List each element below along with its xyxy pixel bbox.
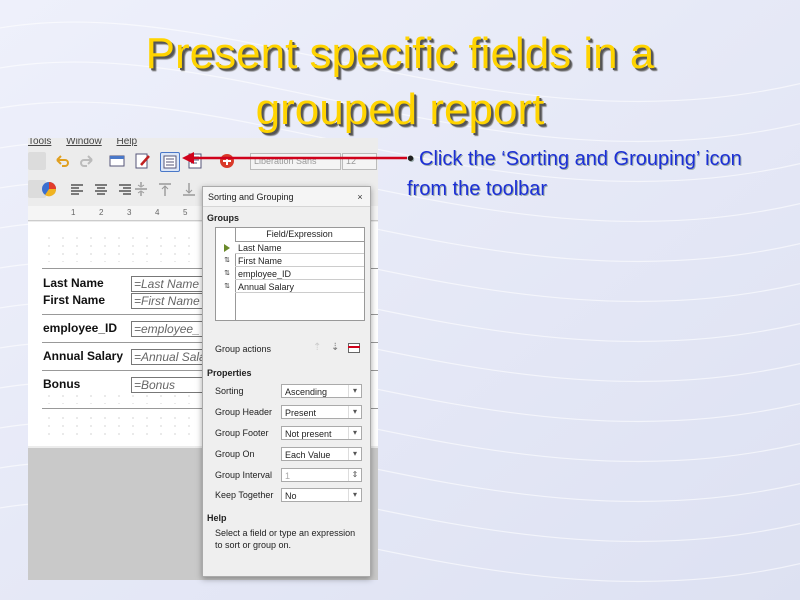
properties-heading: Properties — [207, 368, 252, 378]
group-actions-label: Group actions — [215, 344, 272, 354]
field-value-employee-id[interactable]: =employee_ — [131, 321, 205, 337]
dialog-titlebar: Sorting and Grouping — [203, 187, 370, 207]
ruler-tick: 2 — [99, 208, 104, 217]
group-row[interactable]: ⇅ employee_ID — [216, 268, 364, 280]
field-label-annual-salary[interactable]: Annual Salary — [43, 349, 123, 363]
group-on-label: Group On — [215, 449, 255, 459]
sorting-select[interactable]: Ascending ▾ — [281, 384, 362, 398]
field-label-last-name[interactable]: Last Name — [43, 276, 104, 290]
paste-icon[interactable] — [28, 152, 46, 170]
group-footer-value: Not present — [285, 429, 332, 439]
chevron-down-icon: ▾ — [348, 448, 361, 460]
slide-title: Present specific fields in a grouped rep… — [0, 26, 800, 138]
group-header-value: Present — [285, 408, 317, 418]
sorting-value: Ascending — [285, 387, 328, 397]
keep-together-select[interactable]: No ▾ — [281, 488, 362, 502]
row-divider — [235, 253, 364, 254]
report-navigator-icon[interactable] — [108, 152, 126, 170]
field-label-employee-id[interactable]: employee_ID — [43, 321, 117, 335]
group-on-select[interactable]: Each Value ▾ — [281, 447, 362, 461]
delete-group-icon[interactable] — [348, 343, 360, 356]
chevron-down-icon: ▾ — [348, 427, 361, 439]
keep-together-label: Keep Together — [215, 490, 274, 500]
chevron-down-icon: ▾ — [348, 406, 361, 418]
group-interval-spinner[interactable]: 1 ⇕ — [281, 468, 362, 482]
ruler-tick: 5 — [183, 208, 188, 217]
group-interval-value: 1 — [285, 471, 291, 481]
chevron-down-icon: ▾ — [348, 385, 361, 397]
groups-heading: Groups — [207, 213, 240, 223]
field-value-first-name[interactable]: =First Name — [131, 293, 205, 309]
align-top-icon[interactable] — [156, 180, 174, 198]
callout-arrow-icon — [182, 152, 407, 164]
align-bottom-icon[interactable] — [180, 180, 198, 198]
row-divider — [235, 266, 364, 267]
groups-grid: Field/Expression Last Name ⇅ First Name … — [215, 227, 365, 321]
slide-bullet: • Click the ‘Sorting and Grouping’ icon f… — [407, 144, 787, 204]
field-expression-header: Field/Expression — [235, 228, 364, 242]
group-footer-select[interactable]: Not present ▾ — [281, 426, 362, 440]
ruler-tick: 4 — [155, 208, 160, 217]
dialog-title: Sorting and Grouping — [208, 192, 294, 202]
field-label-first-name[interactable]: First Name — [43, 293, 105, 307]
field-label-bonus[interactable]: Bonus — [43, 377, 80, 391]
properties-icon[interactable] — [134, 152, 152, 170]
field-value-annual-salary[interactable]: =Annual Sala — [131, 349, 205, 365]
bullet-text: Click the ‘Sorting and Grouping’ icon fr… — [407, 148, 742, 200]
ruler-tick: 3 — [127, 208, 132, 217]
align-left-icon[interactable] — [68, 180, 86, 198]
help-heading: Help — [207, 513, 227, 523]
field-value-bonus[interactable]: =Bonus — [131, 377, 205, 393]
chart-icon[interactable] — [40, 180, 58, 198]
group-on-value: Each Value — [285, 450, 331, 460]
menu-tools[interactable]: Tools — [28, 138, 51, 147]
keep-together-value: No — [285, 491, 297, 501]
chevron-down-icon: ▾ — [348, 489, 361, 501]
sorting-and-grouping-icon[interactable] — [160, 152, 180, 172]
sort-icon: ⇅ — [224, 270, 230, 277]
menu-help[interactable]: Help — [117, 138, 138, 147]
menu-window[interactable]: Window — [66, 138, 102, 147]
group-interval-label: Group Interval — [215, 470, 273, 480]
group-footer-label: Group Footer — [215, 428, 269, 438]
menu-bar: Tools Window Help — [28, 138, 378, 148]
move-down-icon[interactable]: ⇣ — [331, 342, 339, 353]
group-header-label: Group Header — [215, 407, 273, 417]
undo-icon[interactable] — [53, 152, 71, 170]
redo-icon[interactable] — [78, 152, 96, 170]
sort-icon: ⇅ — [224, 283, 230, 290]
row-divider — [235, 292, 364, 293]
group-header-select[interactable]: Present ▾ — [281, 405, 362, 419]
row-divider — [235, 279, 364, 280]
ruler-tick: 1 — [71, 208, 76, 217]
align-middle-icon[interactable] — [132, 180, 150, 198]
group-row[interactable]: Last Name — [216, 242, 364, 254]
help-text: Select a field or type an expression to … — [215, 528, 356, 550]
triangle-right-icon — [223, 244, 231, 252]
align-center-icon[interactable] — [92, 180, 110, 198]
slide-title-line1: Present specific fields in a — [145, 29, 655, 78]
close-icon[interactable]: × — [355, 192, 365, 202]
slide-title-line2: grouped report — [255, 85, 545, 134]
sort-icon: ⇅ — [224, 257, 230, 264]
group-row[interactable]: ⇅ Annual Salary — [216, 281, 364, 293]
sorting-and-grouping-dialog: Sorting and Grouping × Groups Field/Expr… — [202, 186, 371, 577]
spin-icon: ⇕ — [348, 469, 361, 481]
group-row[interactable]: ⇅ First Name — [216, 255, 364, 267]
sorting-label: Sorting — [215, 386, 244, 396]
move-up-icon[interactable]: ⇡ — [313, 342, 321, 353]
field-value-last-name[interactable]: =Last Name — [131, 276, 205, 292]
